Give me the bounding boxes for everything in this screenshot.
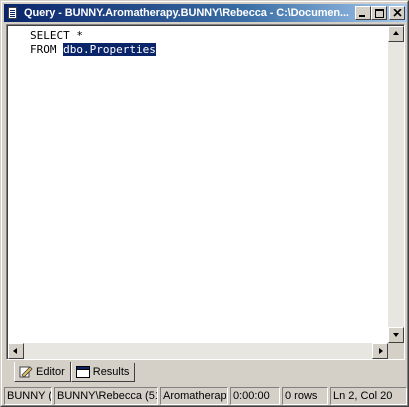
- maximize-icon: [375, 9, 384, 18]
- code-line-2-keyword: FROM: [30, 43, 64, 56]
- vertical-scrollbar[interactable]: [388, 26, 404, 343]
- pane-tabs: Editor Results: [14, 362, 136, 383]
- query-editor[interactable]: SELECT * FROM dbo.Properties: [6, 24, 405, 360]
- arrow-left-icon: [13, 348, 17, 354]
- sql-text[interactable]: SELECT * FROM dbo.Properties: [30, 29, 156, 57]
- close-icon: [393, 9, 402, 17]
- tab-results-label: Results: [92, 366, 130, 378]
- selected-text: dbo.Properties: [63, 43, 156, 56]
- code-line-1: SELECT *: [30, 29, 83, 42]
- arrow-right-icon: [379, 348, 383, 354]
- arrow-down-icon: [393, 333, 399, 337]
- tab-editor[interactable]: Editor: [14, 362, 71, 382]
- arrow-up-icon: [393, 31, 399, 35]
- minimize-button[interactable]: [355, 6, 371, 20]
- status-row-count: 0 rows: [282, 387, 328, 405]
- window-title: Query - BUNNY.Aromatherapy.BUNNY\Rebecca…: [24, 7, 349, 19]
- scroll-left-button[interactable]: [8, 343, 24, 359]
- scroll-right-button[interactable]: [372, 343, 388, 359]
- scroll-down-button[interactable]: [388, 327, 404, 343]
- status-cursor-position: Ln 2, Col 20: [330, 387, 407, 405]
- status-server: BUNNY (8: [4, 387, 52, 405]
- tab-editor-label: Editor: [36, 365, 65, 378]
- minimize-icon: [359, 15, 365, 17]
- title-bar[interactable]: Query - BUNNY.Aromatherapy.BUNNY\Rebecca…: [4, 4, 407, 22]
- query-document-icon[interactable]: [6, 6, 20, 20]
- window-controls: [355, 6, 405, 20]
- query-window: Query - BUNNY.Aromatherapy.BUNNY\Rebecca…: [0, 0, 409, 407]
- tab-results[interactable]: Results: [70, 363, 136, 382]
- window-frame: Query - BUNNY.Aromatherapy.BUNNY\Rebecca…: [1, 1, 408, 406]
- pencil-doc-icon: [19, 365, 33, 378]
- maximize-button[interactable]: [371, 6, 387, 20]
- editor-surface[interactable]: SELECT * FROM dbo.Properties: [7, 25, 404, 359]
- scrollbar-corner: [388, 343, 404, 359]
- close-button[interactable]: [389, 6, 405, 20]
- status-user: BUNNY\Rebecca (51): [54, 387, 158, 405]
- grid-window-icon: [75, 366, 90, 378]
- horizontal-scrollbar[interactable]: [8, 343, 388, 359]
- scroll-up-button[interactable]: [388, 26, 404, 42]
- status-database: Aromatherapy: [160, 387, 228, 405]
- status-bar: BUNNY (8 BUNNY\Rebecca (51) Aromatherapy…: [4, 387, 407, 405]
- status-elapsed-time: 0:00:00: [230, 387, 280, 405]
